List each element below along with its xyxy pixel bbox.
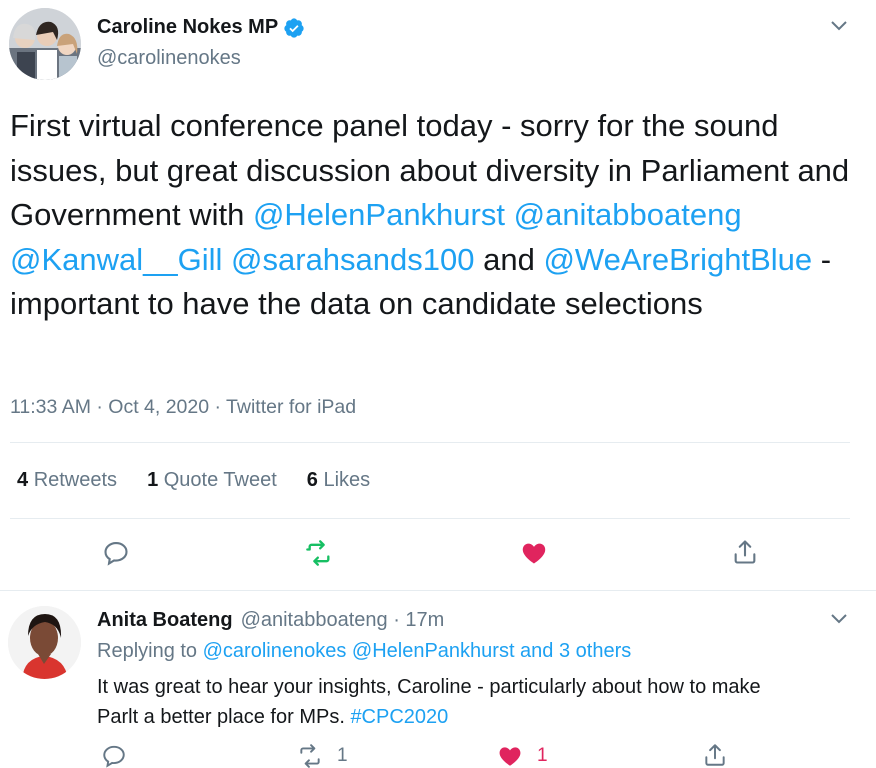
- divider: [0, 590, 876, 591]
- quotes-count: 1: [147, 469, 159, 491]
- mention-link[interactable]: @sarahsands100: [231, 242, 474, 277]
- reply-icon: [103, 745, 125, 768]
- reply-text-line: Parlt a better place for MPs. #CPC2020: [97, 702, 857, 732]
- reply-display-name[interactable]: Anita Boateng: [97, 609, 233, 632]
- likes-stat[interactable]: 6 Likes: [307, 469, 370, 492]
- quote-tweets-stat[interactable]: 1 Quote Tweet: [147, 469, 277, 492]
- retweet-icon: [300, 744, 320, 768]
- retweets-label: Retweets: [33, 469, 118, 491]
- divider: [10, 518, 850, 519]
- reply-reply-button[interactable]: [101, 743, 127, 768]
- heart-icon: [499, 747, 521, 766]
- reply-text: It was great to hear your insights, Caro…: [97, 672, 857, 732]
- replying-to: Replying to @carolinenokes @HelenPankhur…: [97, 640, 631, 663]
- heart-icon[interactable]: [520, 539, 548, 567]
- tweet-text-part: and: [474, 241, 544, 277]
- divider: [10, 442, 850, 443]
- reply-header: Anita Boateng @anitabboateng · 17m: [97, 609, 444, 632]
- display-name[interactable]: Caroline Nokes MP: [97, 16, 278, 39]
- author-handle[interactable]: @carolinenokes: [97, 47, 241, 70]
- hashtag-link[interactable]: #CPC2020: [350, 706, 448, 728]
- reply-text-line: It was great to hear your insights, Caro…: [97, 676, 761, 698]
- tweet-timestamp-source[interactable]: 11:33 AM · Oct 4, 2020 · Twitter for iPa…: [10, 396, 356, 419]
- chevron-down-icon[interactable]: [830, 613, 848, 625]
- retweet-icon[interactable]: [305, 539, 333, 567]
- share-icon[interactable]: [731, 538, 759, 566]
- author-name-row: Caroline Nokes MP: [97, 16, 305, 39]
- mention-link[interactable]: @anitabboateng: [514, 197, 742, 232]
- main-tweet: Caroline Nokes MP @carolinenokes First v…: [0, 0, 876, 590]
- replying-prefix: Replying to: [97, 640, 203, 662]
- likes-label: Likes: [323, 469, 371, 491]
- likes-count: 6: [306, 469, 318, 491]
- reply-icon[interactable]: [102, 539, 130, 567]
- reply-handle-time[interactable]: @anitabboateng · 17m: [241, 609, 445, 632]
- reply-retweet-button[interactable]: 1: [297, 743, 348, 768]
- mention-link[interactable]: @Kanwal__Gill: [10, 242, 222, 277]
- mention-link[interactable]: @HelenPankhurst: [253, 197, 505, 232]
- mention-link[interactable]: @WeAreBrightBlue: [543, 242, 812, 277]
- verified-badge-icon: [284, 17, 304, 38]
- tweet-text-part: [222, 242, 231, 277]
- tweet-text: First virtual conference panel today - s…: [10, 104, 855, 327]
- reply-text-part: Parlt a better place for MPs.: [97, 706, 351, 728]
- share-icon: [705, 744, 725, 766]
- reply-share-button[interactable]: [702, 742, 728, 768]
- retweets-stat[interactable]: 4 Retweets: [17, 469, 117, 492]
- retweets-count: 4: [17, 469, 29, 491]
- avatar[interactable]: [9, 8, 81, 80]
- reply-like-button[interactable]: 1: [497, 743, 548, 768]
- reply-like-count: 1: [537, 745, 548, 766]
- reply-avatar[interactable]: [8, 606, 81, 679]
- quotes-label: Quote Tweet: [163, 469, 277, 491]
- chevron-down-icon[interactable]: [830, 20, 848, 32]
- replying-targets-link[interactable]: @carolinenokes @HelenPankhurst and 3 oth…: [203, 640, 632, 662]
- engagement-stats: 4 Retweets 1 Quote Tweet 6 Likes: [17, 469, 400, 492]
- reply-retweet-count: 1: [337, 745, 348, 766]
- tweet-text-part: [505, 197, 514, 232]
